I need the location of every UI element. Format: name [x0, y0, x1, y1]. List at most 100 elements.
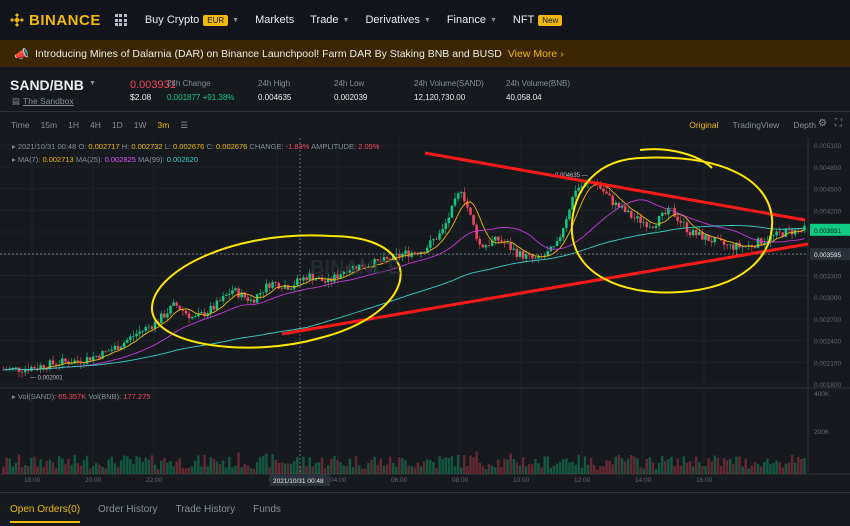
volume-bar	[469, 455, 472, 474]
candle-body	[546, 251, 550, 256]
candle-body	[568, 209, 571, 220]
candle-body	[138, 331, 141, 334]
nav-item-buy-crypto[interactable]: Buy Crypto EUR ▼	[145, 14, 239, 26]
volume-bar	[119, 460, 123, 474]
price-chart[interactable]: 0.0051000.0048000.0045000.0042000.003900…	[0, 138, 850, 486]
volume-bar	[357, 465, 361, 474]
caret-down-icon: ▼	[232, 16, 240, 24]
volume-bar	[781, 467, 785, 474]
volume-bar	[493, 467, 497, 474]
binance-logo-icon	[10, 13, 24, 27]
candle-body	[150, 326, 154, 329]
y-tick-label: 0.002700	[814, 317, 841, 324]
candle-body	[166, 313, 169, 318]
project-link[interactable]: ▤ The Sandbox	[12, 96, 74, 107]
candle-body	[54, 364, 58, 366]
volume-bar	[138, 457, 141, 474]
stat-3: 24h Volume(SAND) 12,120,730.00	[414, 79, 484, 102]
volume-bar	[91, 466, 95, 474]
volume-bar	[481, 466, 485, 474]
y-tick-label: 0.004500	[814, 187, 841, 194]
candle-body	[710, 240, 713, 243]
timeframe-time[interactable]: Time	[11, 120, 30, 130]
fullscreen-icon[interactable]: ⛶	[835, 118, 842, 129]
settings-icon[interactable]: ⚙	[818, 118, 827, 129]
volume-bar	[376, 464, 379, 474]
caret-down-icon: ▼	[489, 16, 497, 24]
volume-bar	[153, 464, 157, 474]
chart-canvas[interactable]: 0.0051000.0048000.0045000.0042000.003900…	[0, 138, 850, 486]
volume-bar	[30, 457, 33, 474]
view-more-link[interactable]: View More ›	[508, 48, 564, 60]
volume-bar	[76, 463, 80, 474]
candle-body	[252, 299, 256, 303]
candle-body	[453, 198, 457, 206]
volume-bar	[592, 464, 596, 474]
volume-bar	[36, 466, 39, 474]
timeframe-1h[interactable]: 1H	[68, 120, 79, 130]
view-tab-original[interactable]: Original	[689, 120, 718, 130]
volume-bar	[289, 463, 293, 474]
volume-bar	[323, 468, 327, 474]
indicator-settings-icon[interactable]: ☰	[180, 120, 188, 131]
timeframe-4h[interactable]: 4H	[90, 120, 101, 130]
volume-bar	[512, 458, 516, 474]
volume-bar	[506, 459, 509, 474]
candle-body	[237, 288, 240, 298]
nav-item-nft[interactable]: NFT New	[513, 14, 563, 26]
announcement-bar[interactable]: 📣 Introducing Mines of Dalarnia (DAR) on…	[0, 40, 850, 67]
volume-bar	[14, 463, 18, 474]
candle-body	[116, 345, 120, 351]
nav-item-derivatives[interactable]: Derivatives ▼	[365, 14, 430, 26]
volume-bar	[51, 462, 55, 474]
volume-bar	[11, 466, 15, 474]
apps-grid-icon[interactable]	[114, 14, 127, 26]
volume-bar	[342, 465, 345, 474]
volume-bar	[296, 456, 299, 474]
volume-bar	[215, 461, 219, 474]
binance-logo[interactable]: BINANCE	[10, 12, 101, 29]
view-tab-tradingview[interactable]: TradingView	[733, 120, 780, 130]
volume-bar	[404, 460, 407, 474]
candle-body	[472, 214, 475, 225]
crosshair-price-label: 0.003595	[814, 252, 841, 259]
volume-bar	[228, 456, 231, 474]
volume-bar	[39, 459, 42, 474]
nav-item-trade[interactable]: Trade ▼	[310, 14, 349, 26]
candle-body	[497, 236, 500, 241]
volume-bar	[255, 462, 259, 474]
volume-bar	[435, 468, 438, 474]
volume-bar	[224, 467, 228, 474]
ma7-line	[3, 183, 805, 371]
bottom-tab-3[interactable]: Funds	[253, 504, 281, 515]
y-tick-label: 0.004200	[814, 208, 841, 215]
candle-body	[487, 245, 491, 246]
caret-down-icon[interactable]: ▼	[89, 80, 96, 87]
volume-bar	[237, 452, 240, 474]
candle-body	[51, 360, 55, 365]
timeframe-15m[interactable]: 15m	[41, 120, 58, 130]
pair-selector[interactable]: SAND/BNB	[10, 77, 84, 93]
bottom-tab-0[interactable]: Open Orders(0)	[10, 504, 81, 523]
candle-body	[558, 237, 562, 242]
view-tab-depth[interactable]: Depth	[793, 120, 816, 130]
timeframe-3m[interactable]: 3m	[158, 120, 170, 130]
timeframe-1w[interactable]: 1W	[134, 120, 147, 130]
nav-item-markets[interactable]: Markets	[255, 14, 294, 26]
volume-bar	[249, 468, 253, 474]
bottom-tab-1[interactable]: Order History	[98, 504, 157, 515]
volume-bar	[732, 464, 735, 474]
volume-bar	[793, 462, 797, 474]
candle-body	[255, 294, 259, 303]
candle-body	[305, 277, 308, 281]
candle-body	[648, 226, 652, 228]
volume-bar	[565, 458, 568, 474]
timeframe-1d[interactable]: 1D	[112, 120, 123, 130]
y-tick-label: 0.004800	[814, 165, 841, 172]
candle-body	[413, 252, 417, 254]
bottom-tab-2[interactable]: Trade History	[175, 504, 235, 515]
brand-name: BINANCE	[29, 11, 101, 29]
nav-item-finance[interactable]: Finance ▼	[447, 14, 497, 26]
candle-body	[475, 224, 478, 239]
candle-body	[169, 305, 172, 314]
